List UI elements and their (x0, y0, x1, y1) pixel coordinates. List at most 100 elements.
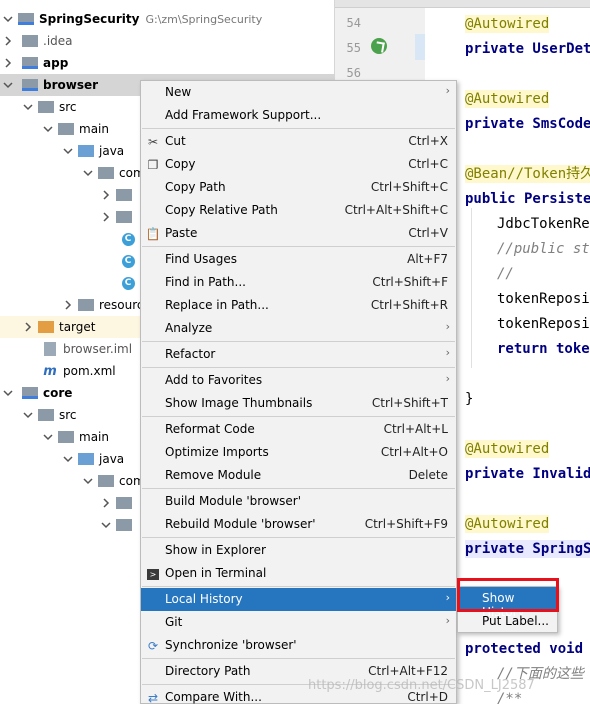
module-folder-icon (22, 78, 38, 92)
menu-item-optimize-imports[interactable]: Optimize Imports Ctrl+Alt+O (141, 441, 456, 464)
copy-icon: ❐ (147, 158, 159, 172)
package-icon (116, 210, 132, 224)
chevron-down-icon[interactable] (100, 519, 112, 531)
code-line: @Autowired (465, 440, 550, 458)
menu-item-local-history[interactable]: Local History › (141, 588, 456, 611)
code-line: @Autowired (465, 515, 550, 533)
tree-item-label: browser.iml (63, 342, 133, 356)
menu-item-copy[interactable]: ❐ Copy Ctrl+C (141, 153, 456, 176)
bean-gutter-icon[interactable] (371, 38, 387, 54)
chevron-down-icon[interactable] (62, 145, 74, 157)
scissors-icon: ✂ (147, 135, 159, 149)
menu-item-refactor[interactable]: Refactor › (141, 343, 456, 366)
menu-item-label: Open in Terminal (165, 566, 267, 580)
chevron-right-icon[interactable] (62, 299, 74, 311)
tree-item-label: pom.xml (63, 364, 116, 378)
chevron-right-icon[interactable] (100, 497, 112, 509)
tree-item-label: src (59, 100, 77, 114)
tree-row-idea[interactable]: .idea (0, 30, 335, 52)
menu-item-label: Find in Path... (165, 275, 246, 289)
chevron-down-icon[interactable] (2, 79, 14, 91)
menu-item-remove-module[interactable]: Remove Module Delete (141, 464, 456, 487)
tree-row-app[interactable]: app (0, 52, 335, 74)
menu-item-shortcut: Ctrl+D (407, 690, 448, 704)
menu-item-label: New (165, 85, 192, 99)
menu-item-label: Copy Relative Path (165, 203, 278, 217)
code-line: protected void c (465, 641, 590, 657)
menu-item-build-module[interactable]: Build Module 'browser' (141, 490, 456, 513)
menu-item-shortcut: Delete (408, 468, 448, 482)
chevron-down-icon[interactable] (2, 13, 14, 25)
change-marker (415, 34, 425, 60)
code-line: @Autowired (465, 90, 550, 108)
menu-item-shortcut: Ctrl+V (408, 226, 448, 240)
chevron-down-icon[interactable] (42, 123, 54, 135)
chevron-down-icon[interactable] (42, 431, 54, 443)
source-folder-icon (78, 452, 94, 466)
menu-item-new[interactable]: New › (141, 81, 456, 104)
class-icon: C (120, 254, 136, 268)
menu-item-analyze[interactable]: Analyze › (141, 317, 456, 340)
menu-item-label: Add Framework Support... (165, 108, 322, 122)
menu-item-reformat-code[interactable]: Reformat Code Ctrl+Alt+L (141, 418, 456, 441)
menu-separator (142, 537, 455, 538)
chevron-down-icon[interactable] (2, 387, 14, 399)
menu-item-label: Find Usages (165, 252, 238, 266)
menu-item-cut[interactable]: ✂ Cut Ctrl+X (141, 130, 456, 153)
context-menu: New › Add Framework Support... ✂ Cut Ctr… (140, 80, 457, 704)
menu-item-compare-with[interactable]: ⇄ Compare With... Ctrl+D (141, 686, 456, 704)
menu-item-copy-relative-path[interactable]: Copy Relative Path Ctrl+Alt+Shift+C (141, 199, 456, 222)
chevron-down-icon[interactable] (22, 101, 34, 113)
submenu-item-put-label[interactable]: Put Label... (458, 610, 557, 632)
menu-item-label: Show Image Thumbnails (165, 396, 313, 410)
menu-item-label: Reformat Code (165, 422, 255, 436)
menu-item-open-in-terminal[interactable]: > Open in Terminal (141, 562, 456, 585)
menu-separator (142, 586, 455, 587)
menu-item-git[interactable]: Git › (141, 611, 456, 634)
chevron-down-icon[interactable] (62, 453, 74, 465)
menu-item-label: Synchronize 'browser' (165, 638, 297, 652)
menu-item-shortcut: Ctrl+Alt+Shift+C (344, 203, 448, 217)
chevron-right-icon[interactable] (2, 57, 14, 69)
resources-folder-icon (78, 298, 94, 312)
menu-item-synchronize[interactable]: ⟳ Synchronize 'browser' (141, 634, 456, 657)
menu-item-show-image-thumbnails[interactable]: Show Image Thumbnails Ctrl+Shift+T (141, 392, 456, 415)
menu-item-copy-path[interactable]: Copy Path Ctrl+Shift+C (141, 176, 456, 199)
tree-root-label: SpringSecurity (39, 12, 140, 26)
menu-item-rebuild-module[interactable]: Rebuild Module 'browser' Ctrl+Shift+F9 (141, 513, 456, 536)
menu-item-find-in-path[interactable]: Find in Path... Ctrl+Shift+F (141, 271, 456, 294)
menu-item-find-usages[interactable]: Find Usages Alt+F7 (141, 248, 456, 271)
package-icon (116, 188, 132, 202)
menu-item-add-to-favorites[interactable]: Add to Favorites › (141, 369, 456, 392)
chevron-down-icon[interactable] (82, 475, 94, 487)
maven-icon: m (43, 363, 57, 379)
chevron-right-icon[interactable] (100, 211, 112, 223)
menu-item-label: Analyze (165, 321, 213, 335)
menu-item-show-in-explorer[interactable]: Show in Explorer (141, 539, 456, 562)
chevron-right-icon[interactable] (100, 189, 112, 201)
chevron-down-icon[interactable] (82, 167, 94, 179)
chevron-down-icon[interactable] (22, 409, 34, 421)
menu-item-label: Git (165, 615, 183, 629)
chevron-right-icon[interactable] (22, 321, 34, 333)
tree-item-label: java (99, 144, 125, 158)
menu-item-label: Show in Explorer (165, 543, 266, 557)
menu-item-add-framework-support[interactable]: Add Framework Support... (141, 104, 456, 127)
menu-item-replace-in-path[interactable]: Replace in Path... Ctrl+Shift+R (141, 294, 456, 317)
menu-item-directory-path[interactable]: Directory Path Ctrl+Alt+F12 (141, 660, 456, 683)
menu-item-label: Add to Favorites (165, 373, 263, 387)
folder-icon (38, 408, 54, 422)
menu-item-label: Copy Path (165, 180, 226, 194)
code-line: private SpringSe (465, 540, 590, 558)
menu-item-shortcut: Ctrl+X (408, 134, 448, 148)
chevron-right-icon[interactable] (2, 35, 14, 47)
menu-separator (142, 488, 455, 489)
tree-row-root[interactable]: SpringSecurity G:\zm\SpringSecurity (0, 8, 335, 30)
submenu-item-show-history[interactable]: Show History (458, 587, 557, 619)
source-folder-icon (78, 144, 94, 158)
tree-item-label: browser (43, 78, 99, 92)
menu-item-paste[interactable]: 📋 Paste Ctrl+V (141, 222, 456, 245)
excluded-folder-icon (38, 320, 54, 334)
paste-icon: 📋 (145, 227, 161, 241)
class-icon: C (120, 276, 136, 290)
